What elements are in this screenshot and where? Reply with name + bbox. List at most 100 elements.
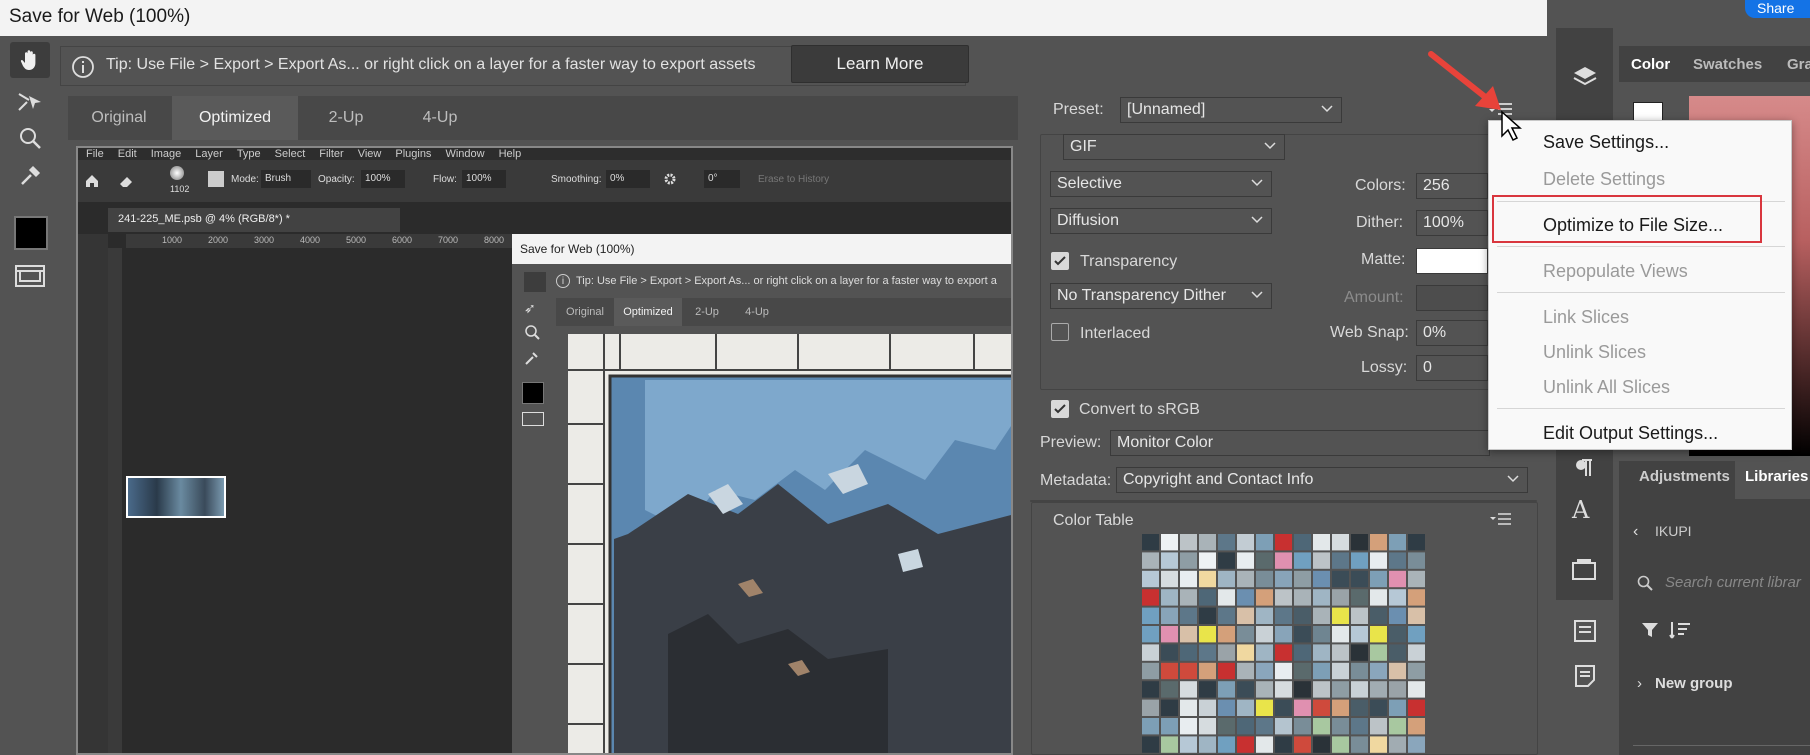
color-table-swatch[interactable] xyxy=(1199,607,1216,624)
transparency-checkbox[interactable] xyxy=(1051,252,1069,270)
color-table-swatch[interactable] xyxy=(1408,552,1425,569)
color-table-swatch[interactable] xyxy=(1313,718,1330,735)
dither-algorithm-select[interactable]: Diffusion xyxy=(1050,208,1272,234)
color-table-swatch[interactable] xyxy=(1313,534,1330,551)
layers-icon[interactable] xyxy=(1572,64,1598,90)
color-table-swatch[interactable] xyxy=(1199,534,1216,551)
color-table-swatch[interactable] xyxy=(1218,662,1235,680)
libraries-icon[interactable] xyxy=(1572,558,1596,580)
tab-2-up[interactable]: 2-Up xyxy=(298,96,394,140)
color-table-swatch[interactable] xyxy=(1275,644,1292,661)
color-table-swatch[interactable] xyxy=(1313,589,1330,606)
zoom-tool[interactable] xyxy=(10,120,50,156)
color-table-swatch[interactable] xyxy=(1180,589,1197,606)
color-table-swatch[interactable] xyxy=(1161,681,1178,698)
color-table-swatch[interactable] xyxy=(1180,681,1197,698)
color-table-swatch[interactable] xyxy=(1180,552,1197,569)
format-select[interactable]: GIF xyxy=(1063,134,1285,160)
color-table-swatch[interactable] xyxy=(1313,699,1330,716)
color-table-swatch[interactable] xyxy=(1351,699,1368,716)
color-table-swatch[interactable] xyxy=(1408,570,1425,588)
color-table-swatch[interactable] xyxy=(1408,644,1425,661)
color-table-swatch[interactable] xyxy=(1294,718,1311,735)
color-table-swatch[interactable] xyxy=(1218,681,1235,698)
color-table-swatch[interactable] xyxy=(1351,570,1368,588)
color-table-swatch[interactable] xyxy=(1313,681,1330,698)
color-table-swatch[interactable] xyxy=(1313,552,1330,569)
color-table-swatch[interactable] xyxy=(1180,662,1197,680)
color-table-swatch[interactable] xyxy=(1275,589,1292,606)
color-table-swatch[interactable] xyxy=(1332,626,1349,643)
color-table-swatch[interactable] xyxy=(1142,662,1159,680)
color-table-swatch[interactable] xyxy=(1370,534,1387,551)
metadata-select[interactable]: Copyright and Contact Info xyxy=(1116,467,1528,493)
color-table-swatch[interactable] xyxy=(1218,607,1235,624)
color-table-swatch[interactable] xyxy=(1275,662,1292,680)
color-table-swatch[interactable] xyxy=(1199,736,1216,753)
preview-select[interactable]: Monitor Color xyxy=(1110,430,1490,456)
color-table-swatch[interactable] xyxy=(1351,589,1368,606)
color-table-swatch[interactable] xyxy=(1218,570,1235,588)
interlaced-checkbox[interactable] xyxy=(1051,323,1069,341)
color-table-swatch[interactable] xyxy=(1351,718,1368,735)
color-table-swatch[interactable] xyxy=(1256,607,1273,624)
color-table-swatch[interactable] xyxy=(1389,552,1406,569)
color-table-swatch[interactable] xyxy=(1218,736,1235,753)
color-table-swatch[interactable] xyxy=(1332,662,1349,680)
color-table-swatch[interactable] xyxy=(1275,718,1292,735)
color-table-swatch[interactable] xyxy=(1256,534,1273,551)
color-table-swatch[interactable] xyxy=(1199,681,1216,698)
color-table-swatch[interactable] xyxy=(1142,626,1159,643)
color-table-swatch[interactable] xyxy=(1408,662,1425,680)
filter-icon[interactable] xyxy=(1641,621,1659,639)
color-table-swatch[interactable] xyxy=(1370,626,1387,643)
color-table-swatch[interactable] xyxy=(1275,607,1292,624)
color-table-swatch[interactable] xyxy=(1294,570,1311,588)
color-table-swatch[interactable] xyxy=(1199,644,1216,661)
color-table-swatch[interactable] xyxy=(1256,699,1273,716)
color-table-swatch[interactable] xyxy=(1199,662,1216,680)
color-table-swatch[interactable] xyxy=(1218,699,1235,716)
color-table-swatch[interactable] xyxy=(1256,718,1273,735)
color-table-swatch[interactable] xyxy=(1389,570,1406,588)
color-table-swatch[interactable] xyxy=(1180,607,1197,624)
color-table-swatch[interactable] xyxy=(1218,589,1235,606)
tab-color[interactable]: Color xyxy=(1631,56,1670,73)
color-table-swatch[interactable] xyxy=(1389,662,1406,680)
color-table-swatch[interactable] xyxy=(1256,681,1273,698)
color-table-swatch[interactable] xyxy=(1180,718,1197,735)
color-table-swatch[interactable] xyxy=(1199,718,1216,735)
color-table-swatch[interactable] xyxy=(1256,662,1273,680)
convert-srgb-checkbox[interactable] xyxy=(1051,400,1069,418)
color-table-swatch[interactable] xyxy=(1408,534,1425,551)
color-table-swatch[interactable] xyxy=(1294,552,1311,569)
color-table-swatch[interactable] xyxy=(1218,534,1235,551)
color-table-swatch[interactable] xyxy=(1313,662,1330,680)
color-table-swatch[interactable] xyxy=(1351,644,1368,661)
color-table-swatch[interactable] xyxy=(1142,699,1159,716)
color-table-swatch[interactable] xyxy=(1161,589,1178,606)
color-table-swatch[interactable] xyxy=(1180,570,1197,588)
color-table-swatch[interactable] xyxy=(1237,570,1254,588)
color-table-swatch[interactable] xyxy=(1370,589,1387,606)
color-table-swatch[interactable] xyxy=(1351,736,1368,753)
color-table-swatch[interactable] xyxy=(1199,699,1216,716)
menu-item-save-settings[interactable]: Save Settings... xyxy=(1543,132,1669,153)
color-table-swatch[interactable] xyxy=(1199,570,1216,588)
color-table-swatch[interactable] xyxy=(1256,644,1273,661)
tab-4-up[interactable]: 4-Up xyxy=(394,96,486,140)
slice-select-tool[interactable] xyxy=(10,83,50,119)
menu-item-edit-output-settings[interactable]: Edit Output Settings... xyxy=(1543,423,1718,444)
mode-select[interactable]: Brush xyxy=(261,170,311,188)
back-chevron-icon[interactable]: ‹ xyxy=(1633,523,1638,541)
color-table-swatch[interactable] xyxy=(1161,662,1178,680)
notes-icon[interactable] xyxy=(1573,664,1597,688)
color-table-swatch[interactable] xyxy=(1408,681,1425,698)
color-table-swatch[interactable] xyxy=(1294,662,1311,680)
color-table-swatch[interactable] xyxy=(1370,662,1387,680)
color-table-swatch[interactable] xyxy=(1199,552,1216,569)
color-table-swatch[interactable] xyxy=(1370,681,1387,698)
color-table-swatch[interactable] xyxy=(1161,736,1178,753)
color-table-swatch[interactable] xyxy=(1294,736,1311,753)
color-table-swatch[interactable] xyxy=(1332,699,1349,716)
